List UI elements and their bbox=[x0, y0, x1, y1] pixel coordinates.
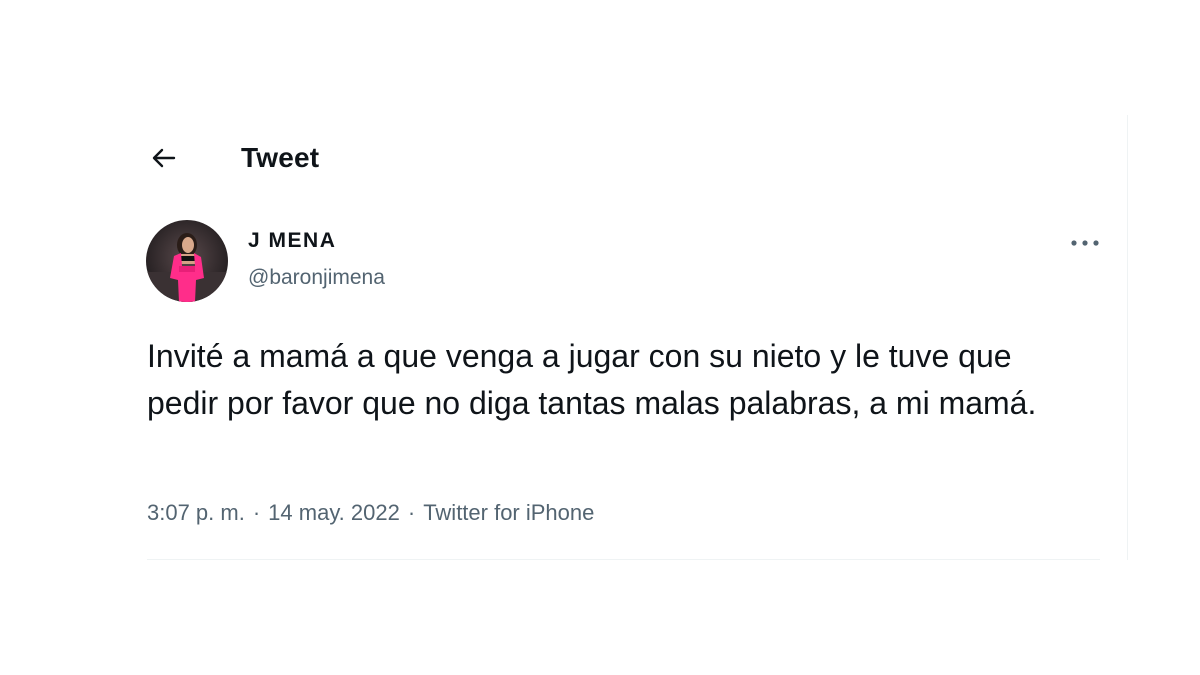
tweet-source[interactable]: Twitter for iPhone bbox=[423, 500, 594, 526]
more-options-button[interactable] bbox=[1065, 229, 1105, 257]
tweet-page: Tweet J MENA @baronjimena Invité a mamá … bbox=[0, 0, 1200, 675]
back-button[interactable] bbox=[145, 139, 183, 177]
author-handle[interactable]: @baronjimena bbox=[248, 266, 385, 290]
tweet-meta: 3:07 p. m. · 14 may. 2022 · Twitter for … bbox=[147, 500, 594, 526]
tweet-time[interactable]: 3:07 p. m. bbox=[147, 500, 245, 526]
display-name-rest: MENA bbox=[268, 229, 337, 252]
meta-separator: · bbox=[407, 500, 416, 525]
avatar[interactable] bbox=[146, 220, 228, 302]
avatar-photo bbox=[146, 220, 228, 302]
more-horizontal-icon bbox=[1071, 240, 1099, 246]
meta-divider bbox=[147, 559, 1100, 560]
author-display-name[interactable]: J MENA bbox=[248, 229, 336, 253]
tweet-date[interactable]: 14 may. 2022 bbox=[268, 500, 400, 526]
page-header: Tweet bbox=[145, 136, 319, 180]
page-title: Tweet bbox=[241, 142, 320, 173]
tweet-text: Invité a mamá a que venga a jugar con su… bbox=[147, 338, 1037, 421]
display-name-prefix: J bbox=[248, 229, 262, 252]
meta-separator: · bbox=[252, 500, 261, 525]
column-divider bbox=[1127, 115, 1128, 560]
arrow-left-icon bbox=[152, 148, 176, 168]
